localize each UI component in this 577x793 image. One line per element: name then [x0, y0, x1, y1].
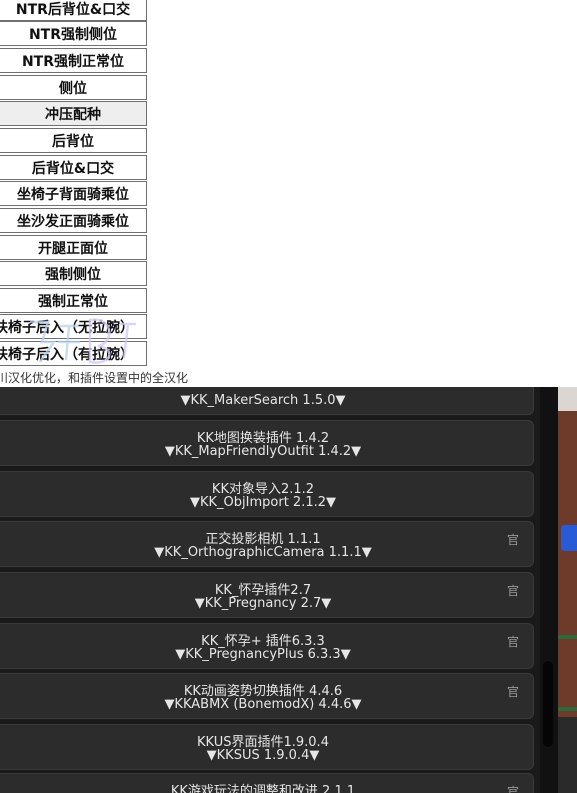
- official-badge: 官: [506, 785, 519, 793]
- plugin-id: ▼KKSUS 1.9.0.4▼: [206, 748, 320, 763]
- plugin-card[interactable]: KK游戏玩法的调整和改进 2.1.1 官: [0, 773, 534, 793]
- official-badge: 官: [506, 533, 519, 547]
- official-badge: 官: [506, 685, 519, 699]
- plugin-panel: ▼KK_MakerSearch 1.5.0▼ KK地图换装插件 1.4.2 ▼K…: [0, 387, 577, 793]
- caption-text: 川汉化优化，和插件设置中的全汉化: [0, 371, 189, 385]
- position-button[interactable]: 扶椅子后入（有拉腕）: [0, 341, 147, 366]
- position-button[interactable]: NTR强制侧位: [0, 21, 147, 46]
- plugin-id: ▼KK_MapFriendlyOutfit 1.4.2▼: [164, 444, 362, 459]
- background-line: [558, 707, 577, 711]
- plugin-card[interactable]: KK地图换装插件 1.4.2 ▼KK_MapFriendlyOutfit 1.4…: [0, 420, 534, 466]
- plugin-card[interactable]: KK_怀孕+ 插件6.3.3 ▼KK_PregnancyPlus 6.3.3▼ …: [0, 623, 534, 669]
- background-highlight: [558, 387, 577, 411]
- plugin-id: ▼KK_MakerSearch 1.5.0▼: [180, 393, 346, 408]
- position-button[interactable]: NTR后背位&口交: [0, 0, 147, 21]
- position-button[interactable]: 后背位&口交: [0, 155, 147, 180]
- position-button[interactable]: 坐椅子背面骑乘位: [0, 181, 147, 206]
- plugin-name: KK游戏玩法的调整和改进 2.1.1: [170, 784, 356, 793]
- plugin-id: ▼KK_OrthographicCamera 1.1.1▼: [154, 545, 372, 560]
- official-badge: 官: [506, 584, 519, 598]
- position-button[interactable]: 侧位: [0, 75, 147, 100]
- scrollbar-thumb[interactable]: [543, 661, 553, 747]
- plugin-card[interactable]: KK_怀孕插件2.7 ▼KK_Pregnancy 2.7▼ 官: [0, 572, 534, 618]
- position-button[interactable]: 强制正常位: [0, 288, 147, 313]
- background-game-view: [558, 387, 577, 793]
- plugin-id: ▼KK_PregnancyPlus 6.3.3▼: [175, 647, 351, 662]
- plugin-card[interactable]: KK动画姿势切换插件 4.4.6 ▼KKABMX (BonemodX) 4.4.…: [0, 673, 534, 719]
- plugin-card[interactable]: KKUS界面插件1.9.0.4 ▼KKSUS 1.9.0.4▼: [0, 724, 534, 770]
- position-button[interactable]: 开腿正面位: [0, 235, 147, 260]
- side-tab-button[interactable]: [561, 525, 577, 551]
- plugin-card[interactable]: 正交投影相机 1.1.1 ▼KK_OrthographicCamera 1.1.…: [0, 521, 534, 567]
- position-button[interactable]: 强制侧位: [0, 261, 147, 286]
- position-button[interactable]: 后背位: [0, 128, 147, 153]
- position-button-selected[interactable]: 冲压配种: [0, 101, 147, 126]
- plugin-card[interactable]: ▼KK_MakerSearch 1.5.0▼: [0, 387, 534, 415]
- plugin-id: ▼KKABMX (BonemodX) 4.4.6▼: [164, 697, 362, 712]
- official-badge: 官: [506, 635, 519, 649]
- position-button[interactable]: 扶椅子后入（无拉腕）: [0, 314, 147, 339]
- position-button[interactable]: 坐沙发正面骑乘位: [0, 208, 147, 233]
- position-button[interactable]: NTR强制正常位: [0, 48, 147, 73]
- background-shade: [558, 717, 577, 793]
- plugin-card[interactable]: KK对象导入2.1.2 ▼KK_ObjImport 2.1.2▼: [0, 471, 534, 517]
- background-line: [558, 635, 577, 639]
- plugin-id: ▼KK_ObjImport 2.1.2▼: [190, 495, 336, 510]
- plugin-id: ▼KK_Pregnancy 2.7▼: [194, 596, 332, 611]
